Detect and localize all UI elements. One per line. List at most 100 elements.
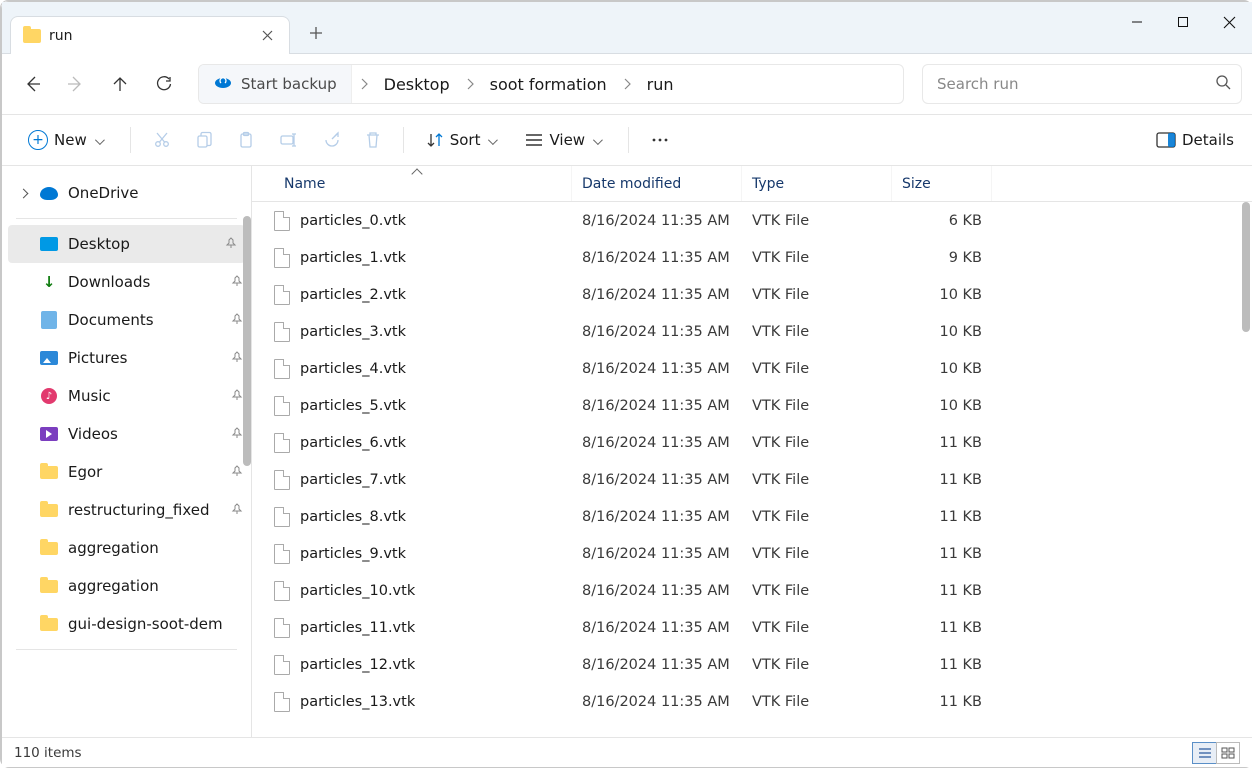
rename-button[interactable] [271,122,307,158]
folder-icon [40,577,58,595]
navpane-item-documents[interactable]: Documents [2,301,251,339]
start-backup-button[interactable]: Start backup [199,65,352,103]
file-row[interactable]: particles_12.vtk8/16/2024 11:35 AMVTK Fi… [252,646,1252,683]
forward-button[interactable] [56,64,96,104]
delete-button[interactable] [357,122,389,158]
file-icon [274,211,290,231]
navpane-item-pictures[interactable]: Pictures [2,339,251,377]
chevron-right-icon [615,78,639,90]
file-row[interactable]: particles_11.vtk8/16/2024 11:35 AMVTK Fi… [252,609,1252,646]
file-row[interactable]: particles_6.vtk8/16/2024 11:35 AMVTK Fil… [252,424,1252,461]
navpane-item-desktop[interactable]: Desktop [8,225,245,263]
new-tab-button[interactable] [302,19,330,47]
close-tab-button[interactable] [259,28,275,44]
file-row[interactable]: particles_4.vtk8/16/2024 11:35 AMVTK Fil… [252,350,1252,387]
backup-label: Start backup [241,75,337,93]
file-row[interactable]: particles_10.vtk8/16/2024 11:35 AMVTK Fi… [252,572,1252,609]
navpane-item-videos[interactable]: Videos [2,415,251,453]
back-button[interactable] [12,64,52,104]
column-header-name[interactable]: Name [252,166,572,201]
file-date: 8/16/2024 11:35 AM [572,398,742,414]
maximize-button[interactable] [1160,2,1206,42]
new-button[interactable]: + New [20,122,116,158]
file-row[interactable]: particles_8.vtk8/16/2024 11:35 AMVTK Fil… [252,498,1252,535]
file-row[interactable]: particles_3.vtk8/16/2024 11:35 AMVTK Fil… [252,313,1252,350]
column-header-type[interactable]: Type [742,166,892,201]
details-pane-button[interactable]: Details [1156,131,1234,149]
pin-icon [231,275,243,290]
breadcrumb-desktop[interactable]: Desktop [376,75,458,94]
navpane-item-aggregation[interactable]: aggregation [2,529,251,567]
navpane-item-gui-design-soot-dem[interactable]: gui-design-soot-dem [2,605,251,643]
navpane-onedrive[interactable]: OneDrive [2,174,251,212]
file-date: 8/16/2024 11:35 AM [572,694,742,710]
breadcrumb-soot-formation[interactable]: soot formation [482,75,615,94]
tab-run[interactable]: run [10,16,290,54]
file-icon [274,692,290,712]
column-header-date[interactable]: Date modified [572,166,742,201]
details-view-toggle[interactable] [1192,742,1216,764]
navpane-item-music[interactable]: ♪Music [2,377,251,415]
file-type: VTK File [742,583,892,599]
navpane-label: OneDrive [68,184,139,202]
file-icon [274,359,290,379]
close-window-button[interactable] [1206,2,1252,42]
search-input[interactable]: Search run [922,64,1242,104]
breadcrumb-run[interactable]: run [639,75,682,94]
details-label: Details [1182,131,1234,149]
chevron-right-icon [458,78,482,90]
file-row[interactable]: particles_5.vtk8/16/2024 11:35 AMVTK Fil… [252,387,1252,424]
file-row[interactable]: particles_13.vtk8/16/2024 11:35 AMVTK Fi… [252,683,1252,720]
pin-icon [231,351,243,366]
new-label: New [48,131,108,149]
file-row[interactable]: particles_2.vtk8/16/2024 11:35 AMVTK Fil… [252,276,1252,313]
breadcrumb-bar[interactable]: Start backup Desktop soot formation run [198,64,904,104]
paste-button[interactable] [229,122,263,158]
file-row[interactable]: particles_0.vtk8/16/2024 11:35 AMVTK Fil… [252,202,1252,239]
folder-icon [40,615,58,633]
separator [628,127,629,153]
file-icon [274,433,290,453]
minimize-button[interactable] [1114,2,1160,42]
file-row[interactable]: particles_7.vtk8/16/2024 11:35 AMVTK Fil… [252,461,1252,498]
thumbnails-view-toggle[interactable] [1216,742,1240,764]
share-button[interactable] [315,122,349,158]
file-size: 9 KB [892,250,992,266]
file-size: 11 KB [892,509,992,525]
navpane-item-egor[interactable]: Egor [2,453,251,491]
file-type: VTK File [742,472,892,488]
sort-button[interactable]: Sort [418,122,510,158]
up-button[interactable] [100,64,140,104]
file-row[interactable]: particles_9.vtk8/16/2024 11:35 AMVTK Fil… [252,535,1252,572]
refresh-button[interactable] [144,64,184,104]
file-type: VTK File [742,287,892,303]
copy-button[interactable] [187,122,221,158]
file-size: 10 KB [892,361,992,377]
navpane-item-aggregation[interactable]: aggregation [2,567,251,605]
navpane-scrollbar[interactable] [243,216,251,466]
window-controls [1114,2,1252,42]
file-row[interactable]: particles_1.vtk8/16/2024 11:35 AMVTK Fil… [252,239,1252,276]
filelist-scrollbar[interactable] [1242,202,1250,332]
details-pane-icon [1156,132,1176,148]
file-name: particles_12.vtk [300,657,415,673]
navpane-item-restructuring-fixed[interactable]: restructuring_fixed [2,491,251,529]
file-date: 8/16/2024 11:35 AM [572,546,742,562]
file-type: VTK File [742,435,892,451]
file-name: particles_10.vtk [300,583,415,599]
file-name: particles_2.vtk [300,287,406,303]
view-button[interactable]: View [517,122,614,158]
navpane-item-downloads[interactable]: ↓Downloads [2,263,251,301]
file-icon [274,655,290,675]
more-button[interactable] [643,122,677,158]
pin-icon [231,465,243,480]
column-header-size[interactable]: Size [892,166,992,201]
pin-icon [225,237,237,252]
file-date: 8/16/2024 11:35 AM [572,250,742,266]
file-name: particles_1.vtk [300,250,406,266]
cut-button[interactable] [145,122,179,158]
navpane-item-label: gui-design-soot-dem [68,615,223,633]
file-name: particles_9.vtk [300,546,406,562]
nav-row: Start backup Desktop soot formation run … [2,54,1252,114]
file-size: 10 KB [892,398,992,414]
